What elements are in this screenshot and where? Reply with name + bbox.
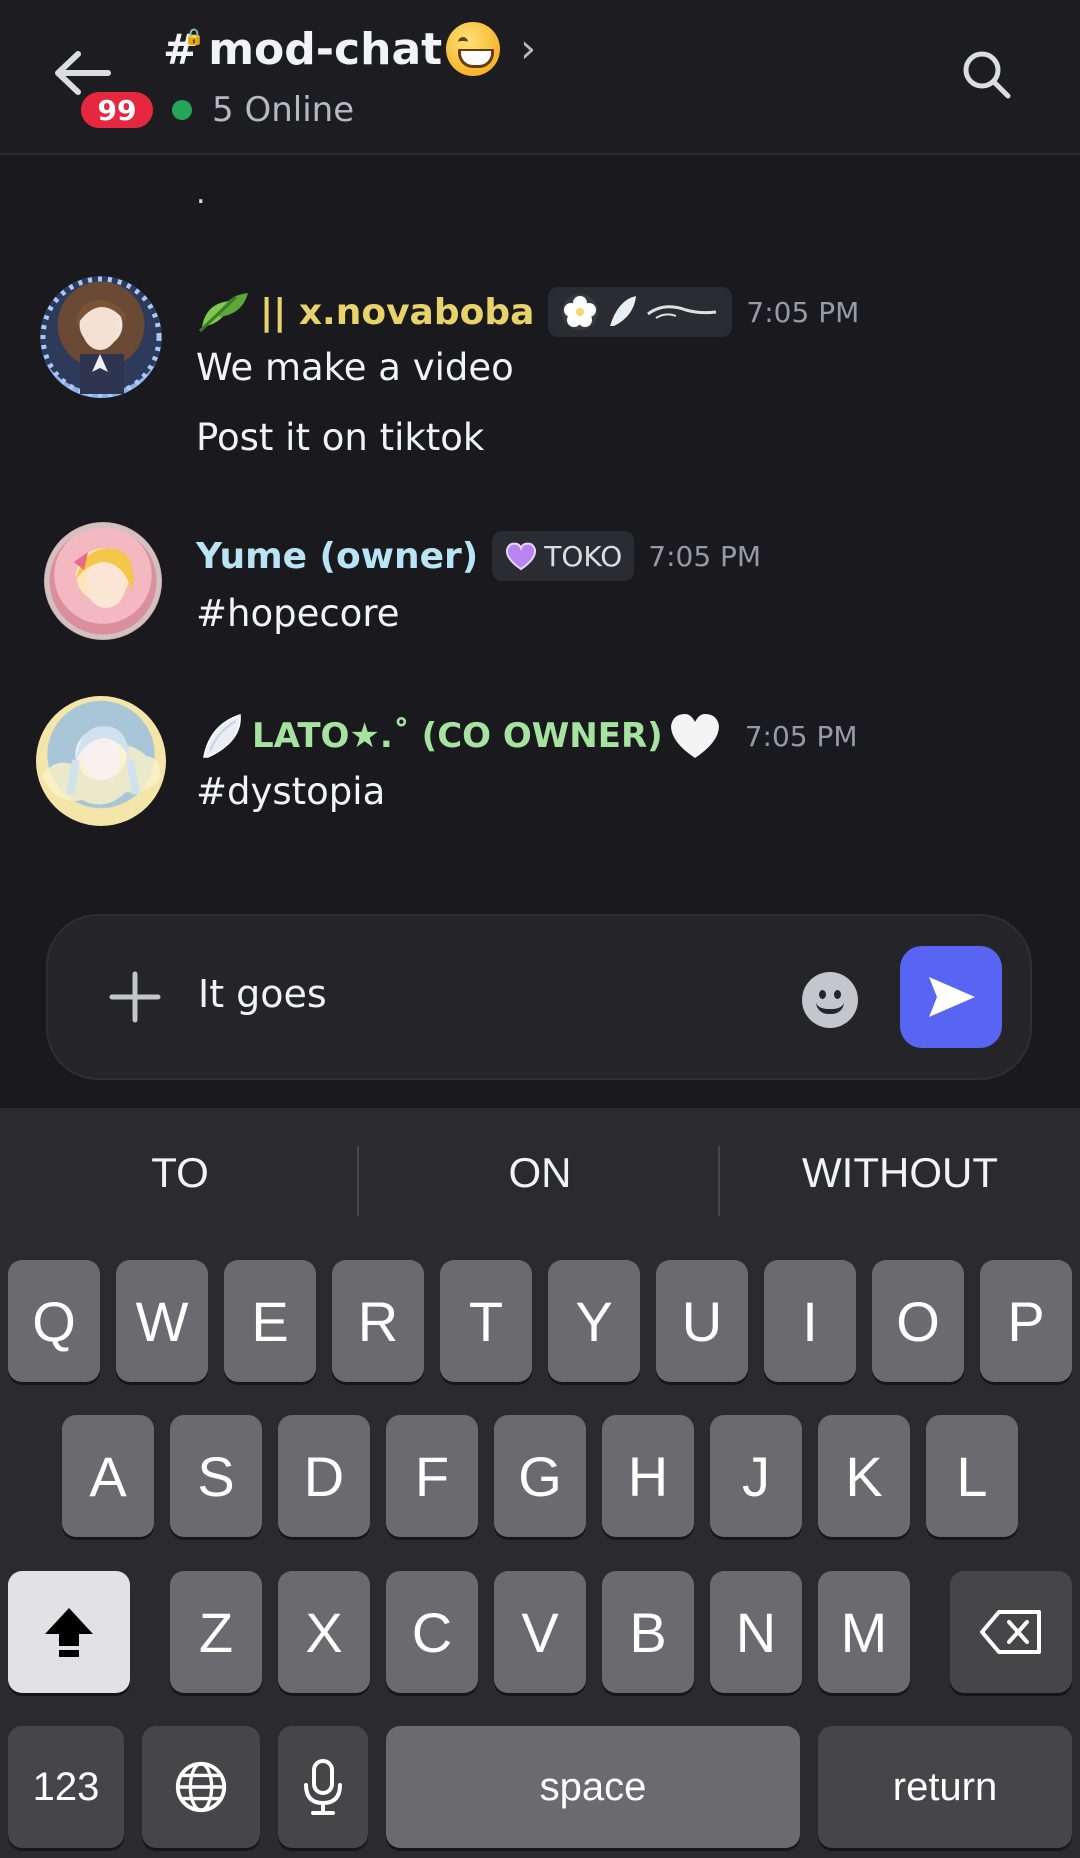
- globe-icon: [175, 1761, 227, 1813]
- shift-arrow-icon: [45, 1608, 93, 1657]
- key-x[interactable]: X: [278, 1571, 370, 1693]
- role-tag: TOKO: [492, 531, 635, 581]
- role-tag: [548, 287, 733, 337]
- return-key[interactable]: return: [818, 1726, 1072, 1848]
- onscreen-keyboard: TO ON WITHOUT Q W E R T Y U I O P A S D …: [0, 1108, 1080, 1858]
- online-count: 5 Online: [212, 90, 355, 130]
- anime-girl-avatar-icon: [42, 726, 161, 805]
- key-j[interactable]: J: [710, 1415, 802, 1537]
- key-a[interactable]: A: [62, 1415, 154, 1537]
- message-header: || x.novaboba 7:05 PM: [196, 284, 859, 340]
- key-u[interactable]: U: [656, 1260, 748, 1382]
- username[interactable]: LATO★.˚ (CO OWNER): [252, 716, 663, 756]
- key-h[interactable]: H: [602, 1415, 694, 1537]
- suggestion-divider: [357, 1146, 359, 1216]
- swirl-icon: [647, 305, 717, 319]
- channel-header: 99 # 🔒 mod-chat › 5 Online: [0, 0, 1080, 155]
- purple-heart-icon: [504, 541, 538, 571]
- online-status: 5 Online: [172, 88, 354, 132]
- wing-icon: [610, 296, 637, 326]
- search-icon: [963, 51, 1011, 99]
- suggestion-without[interactable]: WITHOUT: [720, 1138, 1080, 1208]
- avatar[interactable]: [36, 696, 166, 826]
- role-tag-text: TOKO: [544, 539, 623, 573]
- key-g[interactable]: G: [494, 1415, 586, 1537]
- online-dot-icon: [172, 100, 192, 120]
- backspace-icon: [980, 1610, 1041, 1654]
- grinning-face-emoji-icon: [446, 22, 501, 76]
- message-text: #dystopia: [196, 770, 386, 813]
- channel-title[interactable]: # 🔒 mod-chat ›: [163, 18, 536, 80]
- plus-icon: [109, 971, 161, 1023]
- anime-girl-avatar-icon: [40, 276, 162, 398]
- key-l[interactable]: L: [926, 1415, 1018, 1537]
- message-composer: It goes: [46, 914, 1032, 1080]
- channel-name: mod-chat: [208, 23, 443, 75]
- key-t[interactable]: T: [440, 1260, 532, 1382]
- shift-key[interactable]: [8, 1571, 130, 1693]
- key-y[interactable]: Y: [548, 1260, 640, 1382]
- suggestion-on[interactable]: ON: [360, 1138, 720, 1208]
- key-w[interactable]: W: [116, 1260, 208, 1382]
- backspace-key[interactable]: [950, 1571, 1072, 1693]
- avatar[interactable]: [44, 522, 162, 640]
- key-i[interactable]: I: [764, 1260, 856, 1382]
- send-button[interactable]: [900, 946, 1002, 1048]
- suggestion-to[interactable]: TO: [0, 1138, 360, 1208]
- timestamp: 7:05 PM: [746, 295, 860, 329]
- anime-girl-avatar-icon: [44, 522, 162, 640]
- key-o[interactable]: O: [872, 1260, 964, 1382]
- microphone-icon: [304, 1759, 342, 1815]
- send-arrow-icon: [929, 977, 975, 1017]
- username[interactable]: Yume (owner): [196, 536, 478, 577]
- smiley-icon: [819, 990, 826, 999]
- flower-icon: [562, 294, 599, 330]
- numbers-key[interactable]: 123: [8, 1726, 124, 1848]
- avatar[interactable]: [40, 276, 162, 398]
- microphone-key[interactable]: [278, 1726, 368, 1848]
- key-e[interactable]: E: [224, 1260, 316, 1382]
- message-text: #hopecore: [196, 592, 400, 635]
- key-c[interactable]: C: [386, 1571, 478, 1693]
- key-v[interactable]: V: [494, 1571, 586, 1693]
- key-s[interactable]: S: [170, 1415, 262, 1537]
- white-heart-icon: [667, 710, 723, 762]
- globe-key[interactable]: [142, 1726, 260, 1848]
- chevron-right-icon: ›: [520, 26, 537, 72]
- timestamp: 7:05 PM: [648, 539, 762, 573]
- key-m[interactable]: M: [818, 1571, 910, 1693]
- emoji-picker-button[interactable]: [802, 972, 858, 1028]
- wing-emoji-icon: [196, 711, 250, 761]
- key-d[interactable]: D: [278, 1415, 370, 1537]
- leaf-emoji-icon: [196, 287, 252, 337]
- timestamp: 7:05 PM: [744, 719, 858, 753]
- message-text: Post it on tiktok: [196, 416, 485, 459]
- previous-message-fragment: .: [196, 176, 206, 211]
- key-r[interactable]: R: [332, 1260, 424, 1382]
- key-n[interactable]: N: [710, 1571, 802, 1693]
- search-button[interactable]: [960, 48, 1012, 100]
- unread-badge: 99: [77, 88, 157, 132]
- message-input[interactable]: It goes: [198, 972, 327, 1016]
- key-z[interactable]: Z: [170, 1571, 262, 1693]
- attach-button[interactable]: [108, 970, 162, 1024]
- key-b[interactable]: B: [602, 1571, 694, 1693]
- locked-channel-icon: # 🔒: [163, 24, 205, 74]
- message-header: Yume (owner) TOKO 7:05 PM: [196, 528, 761, 584]
- key-p[interactable]: P: [980, 1260, 1072, 1382]
- key-f[interactable]: F: [386, 1415, 478, 1537]
- message-text: We make a video: [196, 346, 514, 389]
- key-k[interactable]: K: [818, 1415, 910, 1537]
- space-key[interactable]: space: [386, 1726, 800, 1848]
- message-header: LATO★.˚ (CO OWNER) 7:05 PM: [196, 708, 858, 764]
- username[interactable]: || x.novaboba: [260, 292, 534, 333]
- key-q[interactable]: Q: [8, 1260, 100, 1382]
